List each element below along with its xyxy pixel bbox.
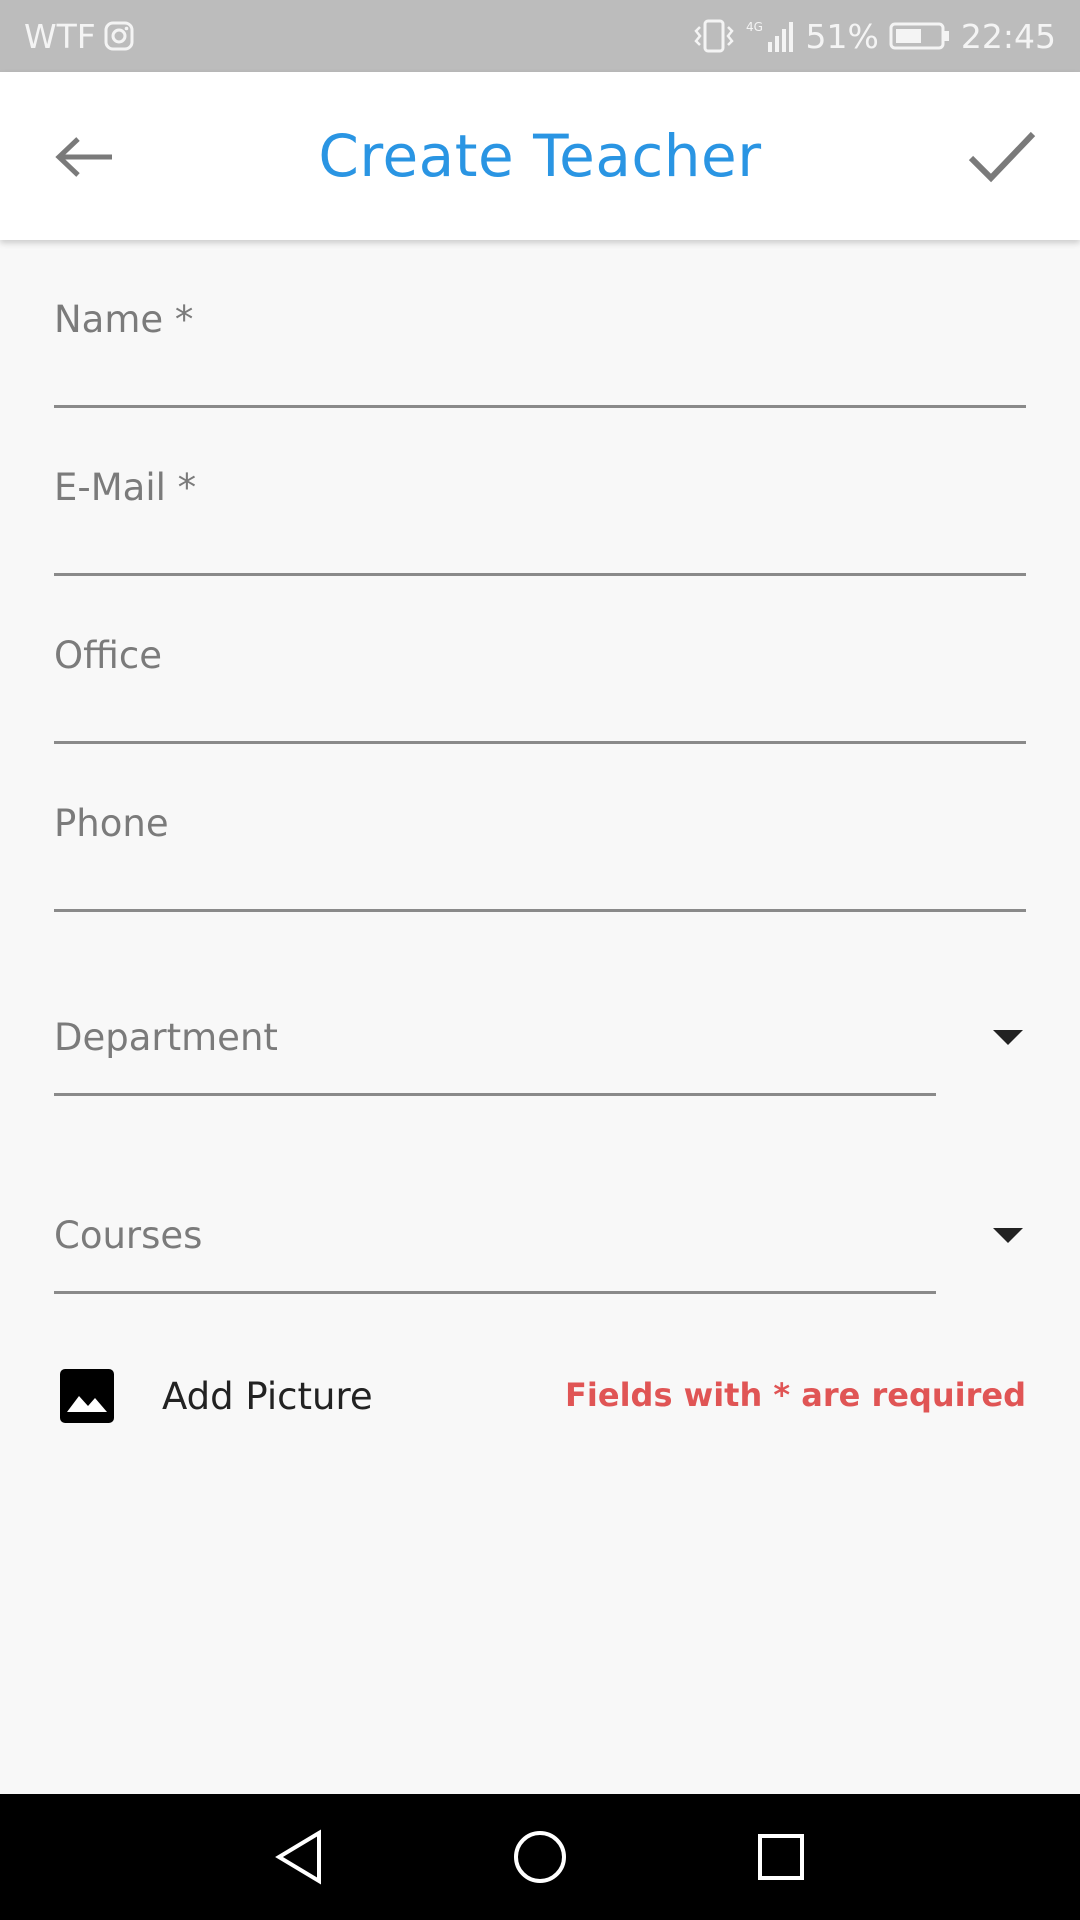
add-picture-label: Add Picture <box>162 1374 373 1418</box>
app-bar: Create Teacher <box>0 72 1080 240</box>
department-label: Department <box>54 1016 278 1059</box>
vibrate-icon <box>692 19 736 53</box>
email-field[interactable]: E-Mail * <box>54 466 1026 576</box>
add-picture-button[interactable]: Add Picture <box>58 1366 373 1426</box>
recents-square-icon <box>758 1834 804 1880</box>
courses-label: Courses <box>54 1214 203 1257</box>
home-circle-icon <box>514 1831 566 1883</box>
courses-dropdown[interactable]: Courses <box>54 1214 1026 1294</box>
courses-underline <box>54 1291 936 1294</box>
status-left: WTF <box>24 0 134 72</box>
carrier-label: WTF <box>24 16 96 56</box>
status-right: 4G 51% 22:45 <box>692 0 1056 72</box>
nav-back-button[interactable] <box>264 1822 334 1892</box>
save-button[interactable] <box>954 108 1050 204</box>
system-nav-bar <box>0 1794 1080 1920</box>
phone-underline <box>54 909 1026 912</box>
department-underline <box>54 1093 936 1096</box>
required-fields-note: Fields with * are required <box>565 1376 1026 1414</box>
clock: 22:45 <box>960 16 1056 56</box>
department-dropdown[interactable]: Department <box>54 1016 1026 1096</box>
phone-label: Phone <box>54 802 169 845</box>
chevron-down-icon[interactable] <box>993 1030 1023 1045</box>
page-title: Create Teacher <box>318 122 762 190</box>
office-underline <box>54 741 1026 744</box>
phone-field[interactable]: Phone <box>54 802 1026 912</box>
check-icon <box>968 131 1036 183</box>
battery-percent: 51% <box>805 16 879 56</box>
nav-recents-button[interactable] <box>746 1822 816 1892</box>
nav-home-button[interactable] <box>505 1822 575 1892</box>
signal-icon: 4G <box>746 18 796 54</box>
name-underline <box>54 405 1026 408</box>
email-label: E-Mail * <box>54 466 197 509</box>
status-bar: WTF 4G 51% 22:45 <box>0 0 1080 72</box>
network-type: 4G <box>746 20 763 34</box>
back-triangle-icon <box>275 1829 321 1885</box>
name-field[interactable]: Name * <box>54 298 1026 408</box>
instagram-icon <box>104 21 134 51</box>
office-label: Office <box>54 634 163 677</box>
image-icon <box>58 1367 116 1425</box>
name-label: Name * <box>54 298 194 341</box>
email-underline <box>54 573 1026 576</box>
battery-icon <box>889 21 951 51</box>
chevron-down-icon[interactable] <box>993 1228 1023 1243</box>
office-field[interactable]: Office <box>54 634 1026 744</box>
